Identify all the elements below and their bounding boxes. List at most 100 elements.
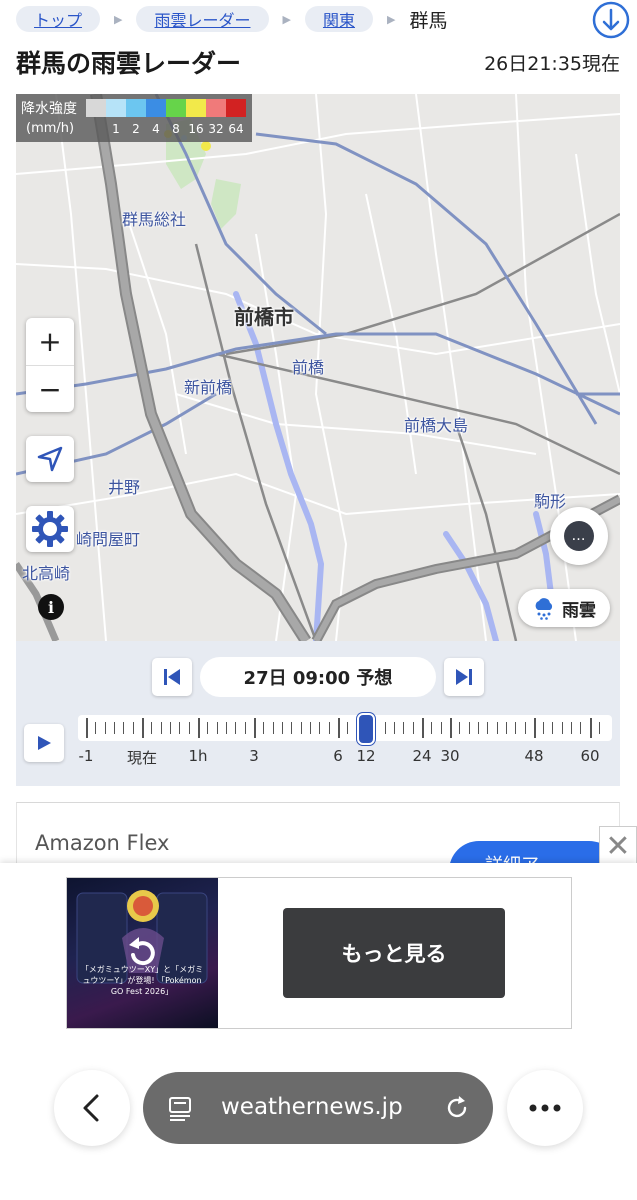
slider-tick: [170, 722, 171, 734]
slider-track[interactable]: [78, 715, 612, 741]
time-slider[interactable]: -1 現在 1h 3 6 12 24 30 48 60: [78, 713, 612, 773]
map-label: 前橋: [292, 358, 325, 377]
legend-swatch: [126, 99, 146, 117]
ad-close-button[interactable]: ✕: [599, 826, 637, 866]
url-text: weathernews.jp: [221, 1094, 403, 1120]
download-icon[interactable]: [589, 0, 633, 44]
slider-tick: [310, 722, 311, 734]
legend-label: [86, 122, 106, 136]
slider-tick: [459, 722, 460, 734]
slider-tick: [329, 722, 330, 734]
ellipsis-icon: [529, 1104, 561, 1112]
forecast-time-display: 27日 09:00 予想: [200, 657, 436, 697]
zoom-in-button[interactable]: +: [26, 318, 74, 365]
slider-tick: [347, 722, 348, 734]
layer-rain-cloud-button[interactable]: 雨雲: [518, 589, 610, 627]
slider-tick-label: 3: [249, 747, 259, 765]
slider-tick: [235, 722, 236, 734]
legend-label: 64: [228, 122, 244, 136]
legend-swatch: [186, 99, 206, 117]
slider-tick: [291, 722, 292, 734]
slider-major-tick: [142, 718, 144, 738]
slider-tick-label: 48: [524, 747, 544, 765]
slider-tick-label: 6: [333, 747, 343, 765]
slider-tick-label: 12: [356, 747, 376, 765]
zoom-out-button[interactable]: −: [26, 365, 74, 412]
slider-tick-label: 30: [440, 747, 460, 765]
map-label: 駒形: [534, 492, 567, 511]
page: トップ ▶ 雨雲レーダー ▶ 関東 ▶ 群馬 群馬の雨雲レーダー 26日21:3…: [0, 0, 637, 1200]
banner-ad[interactable]: 「メガミュウツーXY」と「メガミュウツーY」が登場! 「Pokémon GO F…: [66, 877, 572, 1029]
slider-tick: [245, 722, 246, 734]
slider-tick: [525, 722, 526, 734]
slider-tick: [133, 722, 134, 734]
map-more-button[interactable]: …: [550, 507, 608, 565]
banner-image: 「メガミュウツーXY」と「メガミュウツーY」が登場! 「Pokémon GO F…: [67, 878, 218, 1028]
map-label: 北高崎: [22, 564, 71, 583]
slider-major-tick: [422, 718, 424, 738]
slider-handle[interactable]: [357, 713, 375, 745]
location-arrow-icon: [37, 446, 63, 472]
ad-card[interactable]: Amazon Flex 詳細ア: [16, 802, 620, 872]
breadcrumb-kanto-link[interactable]: 関東: [304, 6, 373, 32]
slider-tick: [319, 722, 320, 734]
play-icon: [38, 736, 51, 750]
slider-major-tick: [254, 718, 256, 738]
slider-tick: [375, 722, 376, 734]
more-dots-icon: …: [564, 521, 594, 551]
slider-tick-label: 60: [580, 747, 600, 765]
legend-labels: 1 2 4 8 16 32 64: [86, 122, 246, 136]
slider-tick: [105, 722, 106, 734]
slider-tick: [478, 722, 479, 734]
slider-tick: [552, 722, 553, 734]
reload-icon[interactable]: [443, 1094, 471, 1122]
slider-tick: [282, 722, 283, 734]
slider-tick: [217, 722, 218, 734]
play-button[interactable]: [24, 724, 64, 762]
radar-map[interactable]: 群馬総社 前橋市 前橋 新前橋 前橋大島 井野 崎問屋町 北高崎 駒形 降水強度…: [16, 94, 620, 641]
slider-tick: [226, 722, 227, 734]
slider-tick: [114, 722, 115, 734]
address-bar[interactable]: weathernews.jp: [143, 1072, 493, 1144]
slider-major-tick: [338, 718, 340, 738]
skip-back-icon: [164, 669, 180, 685]
back-button[interactable]: [54, 1070, 130, 1146]
layer-label: 雨雲: [562, 600, 596, 621]
legend-swatch: [106, 99, 126, 117]
legend-title: 降水強度: [21, 101, 77, 117]
breadcrumb-radar-link[interactable]: 雨雲レーダー: [136, 6, 269, 32]
breadcrumb-separator-icon: ▶: [114, 12, 123, 26]
locate-button[interactable]: [26, 436, 74, 482]
observation-timestamp: 26日21:35現在: [484, 53, 620, 75]
slider-tick: [431, 722, 432, 734]
slider-tick: [189, 722, 190, 734]
slider-tick: [562, 722, 563, 734]
zoom-controls: + −: [26, 318, 74, 412]
slider-tick-label: 24: [412, 747, 432, 765]
step-forward-button[interactable]: [444, 658, 484, 696]
slider-tick: [123, 722, 124, 734]
breadcrumb-top-link[interactable]: トップ: [16, 6, 101, 32]
legend-label: 8: [172, 122, 180, 136]
breadcrumb-separator-icon: ▶: [282, 12, 291, 26]
settings-button[interactable]: [26, 506, 74, 552]
breadcrumb-current: 群馬: [409, 9, 448, 32]
slider-tick-label: 現在: [126, 749, 158, 767]
slider-tick: [179, 722, 180, 734]
step-back-button[interactable]: [152, 658, 192, 696]
more-options-button[interactable]: [507, 1070, 583, 1146]
map-label: 前橋大島: [404, 416, 469, 435]
see-more-button[interactable]: もっと見る: [283, 908, 505, 998]
reader-icon[interactable]: [167, 1094, 195, 1122]
slider-tick: [403, 722, 404, 734]
map-label: 群馬総社: [122, 210, 187, 229]
info-icon[interactable]: i: [38, 594, 64, 620]
slider-major-tick: [590, 718, 592, 738]
slider-tick: [301, 722, 302, 734]
slider-tick: [506, 722, 507, 734]
slider-tick: [161, 722, 162, 734]
banner-fineprint: 「メガミュウツーXY」と「メガミュウツーY」が登場! 「Pokémon GO F…: [80, 965, 204, 996]
skip-forward-icon: [456, 669, 472, 685]
slider-tick: [571, 722, 572, 734]
legend-label: 4: [152, 122, 160, 136]
